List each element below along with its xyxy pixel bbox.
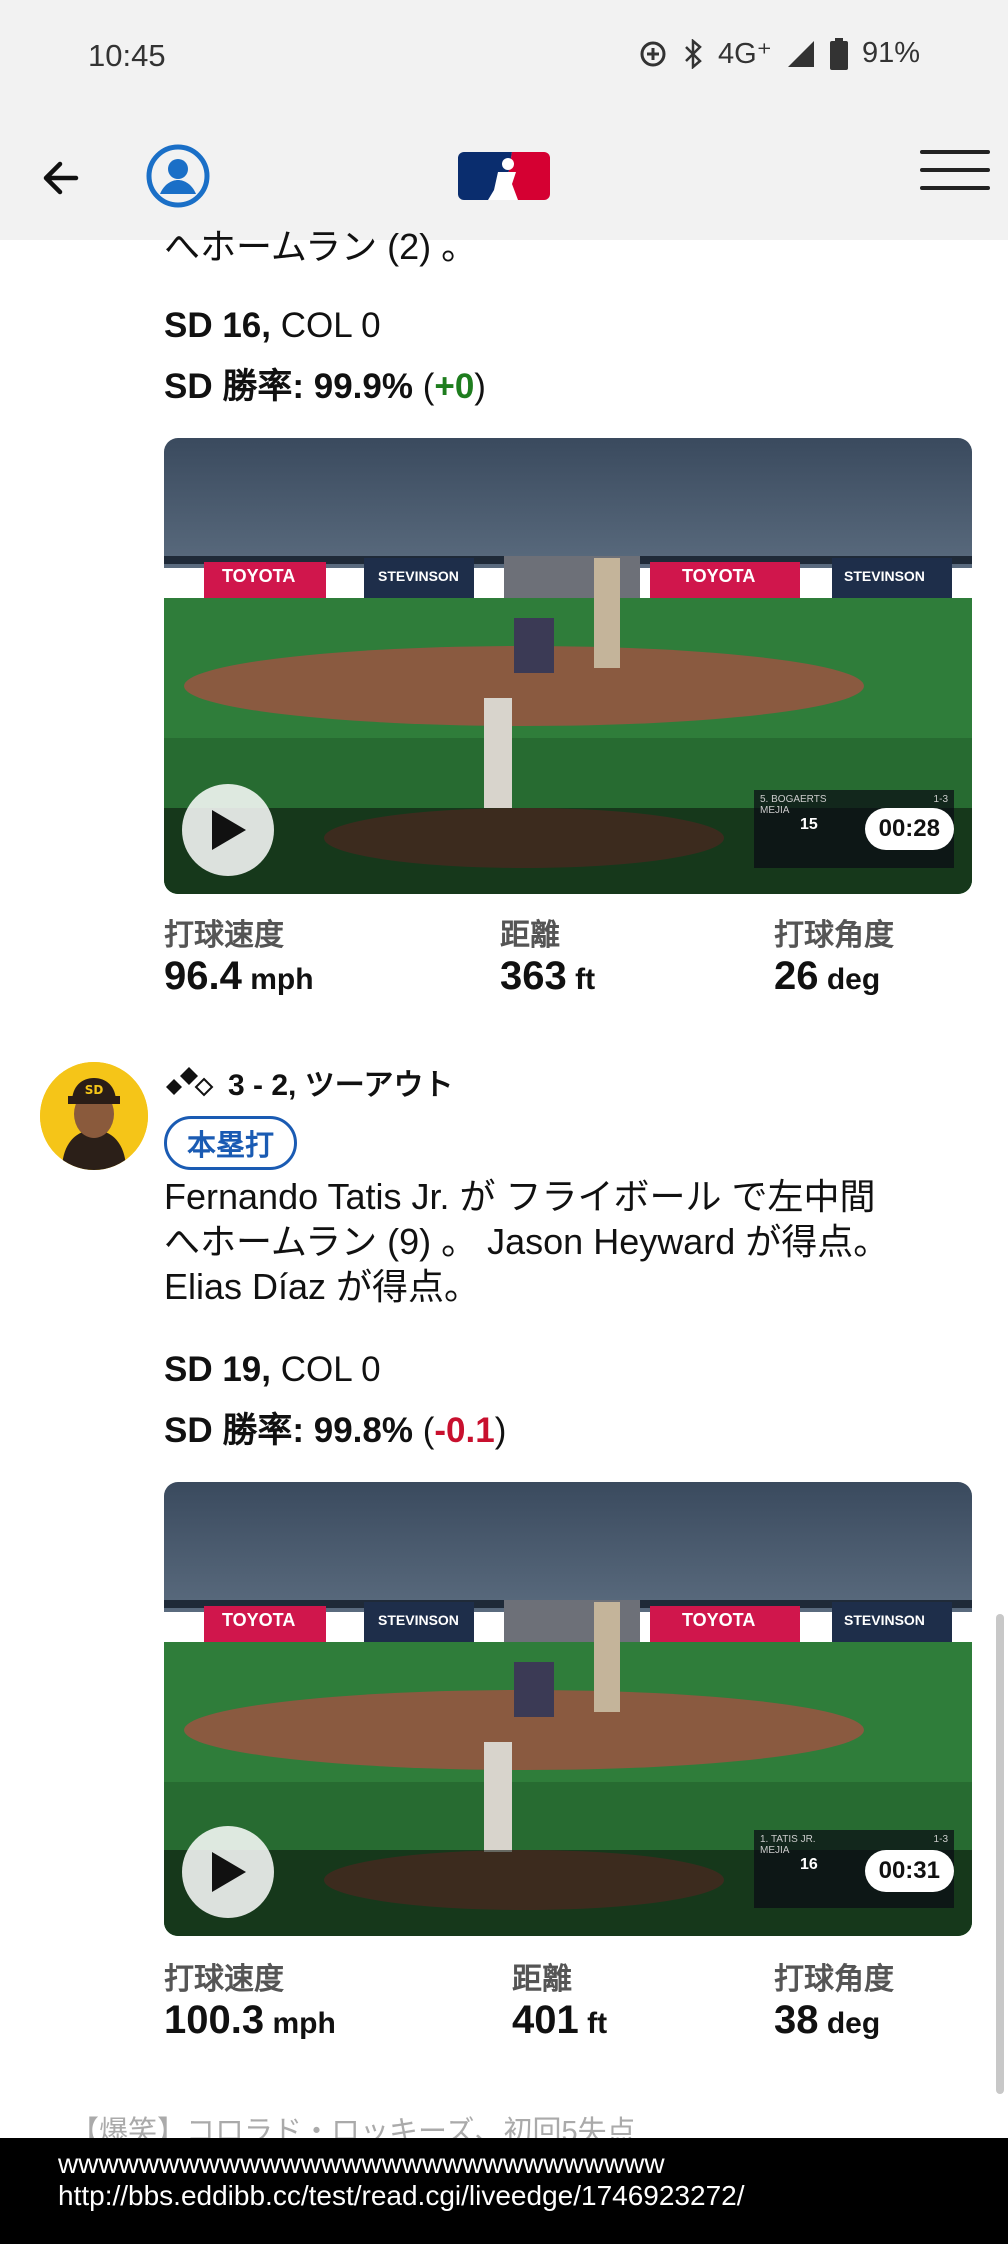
distance-label: 距離 <box>512 1963 572 1996</box>
ad-stevinson-right: STEVINSON <box>844 1612 925 1628</box>
wp-close: ) <box>494 1411 507 1450</box>
ad-toyota-right: TOYOTA <box>682 1610 756 1630</box>
scorebug-runs: 15 <box>800 816 818 833</box>
play2-score: SD 19, COL 0 <box>164 1350 381 1390</box>
wp-team: SD <box>164 367 213 406</box>
player-avatar[interactable]: SD <box>40 1062 148 1170</box>
launch-angle-label: 打球角度 <box>774 1963 894 1996</box>
ad-toyota-left: TOYOTA <box>222 566 296 586</box>
play2-win-probability: SD 勝率: 99.8% (-0.1) <box>164 1402 506 1453</box>
menu-line <box>920 186 990 190</box>
play-button[interactable] <box>182 1826 274 1918</box>
svg-text:SD: SD <box>85 1083 104 1097</box>
exit-velocity-value: 100.3 mph <box>164 1998 336 2042</box>
score-team2: COL 0 <box>271 1350 381 1389</box>
status-time: 10:45 <box>88 38 166 73</box>
wp-value: 99.8% <box>313 1411 413 1450</box>
status-bar: 10:45 4G⁺ 91% <box>0 0 1008 116</box>
scrollbar[interactable] <box>996 1614 1004 2094</box>
scorebug-count: 1-3 <box>933 794 948 805</box>
menu-line <box>920 168 990 172</box>
status-icons: 4G⁺ 91% <box>638 36 920 71</box>
ad-toyota-left: TOYOTA <box>222 1610 296 1630</box>
bluetooth-icon <box>685 38 702 69</box>
base-runners-icon <box>166 1067 214 1097</box>
score-team1: SD 16, <box>164 306 271 345</box>
scorebug-count: 1-3 <box>933 1834 948 1845</box>
distance-value: 401 ft <box>512 1998 608 2042</box>
back-arrow-icon[interactable] <box>36 152 88 204</box>
wp-label: 勝率: <box>212 367 314 406</box>
description-line: Elias Díaz が得点。 <box>164 1266 481 1307</box>
play2-video[interactable]: TOYOTA STEVINSON TOYOTA STEVINSON 1. TAT… <box>164 1482 972 1936</box>
result-badge: 本塁打 <box>164 1116 298 1170</box>
distance-value: 363 ft <box>500 954 596 998</box>
scorebug-runs: 16 <box>800 1856 818 1873</box>
ad-toyota-right: TOYOTA <box>682 566 756 586</box>
exit-velocity-value: 96.4 mph <box>164 954 314 998</box>
play1-score: SD 16, COL 0 <box>164 306 381 346</box>
overlay-line1: wwwwwwwwwwwwwwwwwwwwwwwwwwwwww <box>58 2148 665 2179</box>
wp-team: SD <box>164 1411 213 1450</box>
wp-close: ) <box>474 367 486 406</box>
launch-angle-label: 打球角度 <box>774 919 894 952</box>
hamburger-menu-icon[interactable] <box>920 150 990 200</box>
exit-velocity-label: 打球速度 <box>164 919 284 952</box>
scorebug-batter: 1. TATIS JR. <box>760 1834 816 1845</box>
menu-line <box>920 150 990 154</box>
wp-open: ( <box>412 1411 435 1450</box>
play1-video[interactable]: TOYOTA STEVINSON TOYOTA STEVINSON 5. BOG… <box>164 438 972 894</box>
overlay-url[interactable]: http://bbs.eddibb.cc/test/read.cgi/livee… <box>58 2180 745 2212</box>
wp-change: -0.1 <box>434 1411 495 1450</box>
wp-value: 99.9% <box>313 367 413 406</box>
play1-description-partial: へホームラン (2) 。 <box>164 226 478 267</box>
ad-stevinson-left: STEVINSON <box>378 1612 459 1628</box>
score-team2: COL 0 <box>271 306 381 345</box>
battery-icon <box>829 37 848 70</box>
account-circle-icon[interactable] <box>146 144 210 208</box>
description-line: Fernando Tatis Jr. が フライボール で左中間 <box>164 1176 876 1217</box>
ad-stevinson-left: STEVINSON <box>378 568 459 584</box>
launch-angle-value: 38 deg <box>774 1998 881 2042</box>
play1-win-probability: SD 勝率: 99.9% (+0) <box>164 358 486 409</box>
distance-label: 距離 <box>500 919 560 952</box>
wp-label: 勝率: <box>212 1411 314 1450</box>
mlb-logo[interactable] <box>458 152 550 200</box>
wp-open: ( <box>412 367 435 406</box>
play-button[interactable] <box>182 784 274 876</box>
network-type: 4G⁺ <box>717 38 772 70</box>
player-headshot: SD <box>40 1062 148 1170</box>
exit-velocity-label: 打球速度 <box>164 1963 284 1996</box>
play2-description: Fernando Tatis Jr. が フライボール で左中間 へホームラン … <box>164 1174 984 1309</box>
play-icon <box>212 1852 246 1892</box>
scorebug-batter: 5. BOGAERTS <box>760 794 827 805</box>
video-duration: 00:31 <box>864 1850 954 1892</box>
battery-percent: 91% <box>861 37 920 69</box>
play2-count: 3 - 2, ツーアウト <box>164 1060 454 1104</box>
count-text: 3 - 2, ツーアウト <box>228 1069 454 1102</box>
video-duration: 00:28 <box>864 808 954 850</box>
ad-stevinson-right: STEVINSON <box>844 568 925 584</box>
play-icon <box>212 810 246 850</box>
data-saver-icon <box>640 41 666 66</box>
wp-change: +0 <box>434 367 475 406</box>
description-line: へホームラン (9) 。 Jason Heyward が得点。 <box>164 1221 890 1262</box>
signal-icon <box>787 40 814 67</box>
score-team1: SD 19, <box>164 1350 271 1389</box>
launch-angle-value: 26 deg <box>774 954 881 998</box>
